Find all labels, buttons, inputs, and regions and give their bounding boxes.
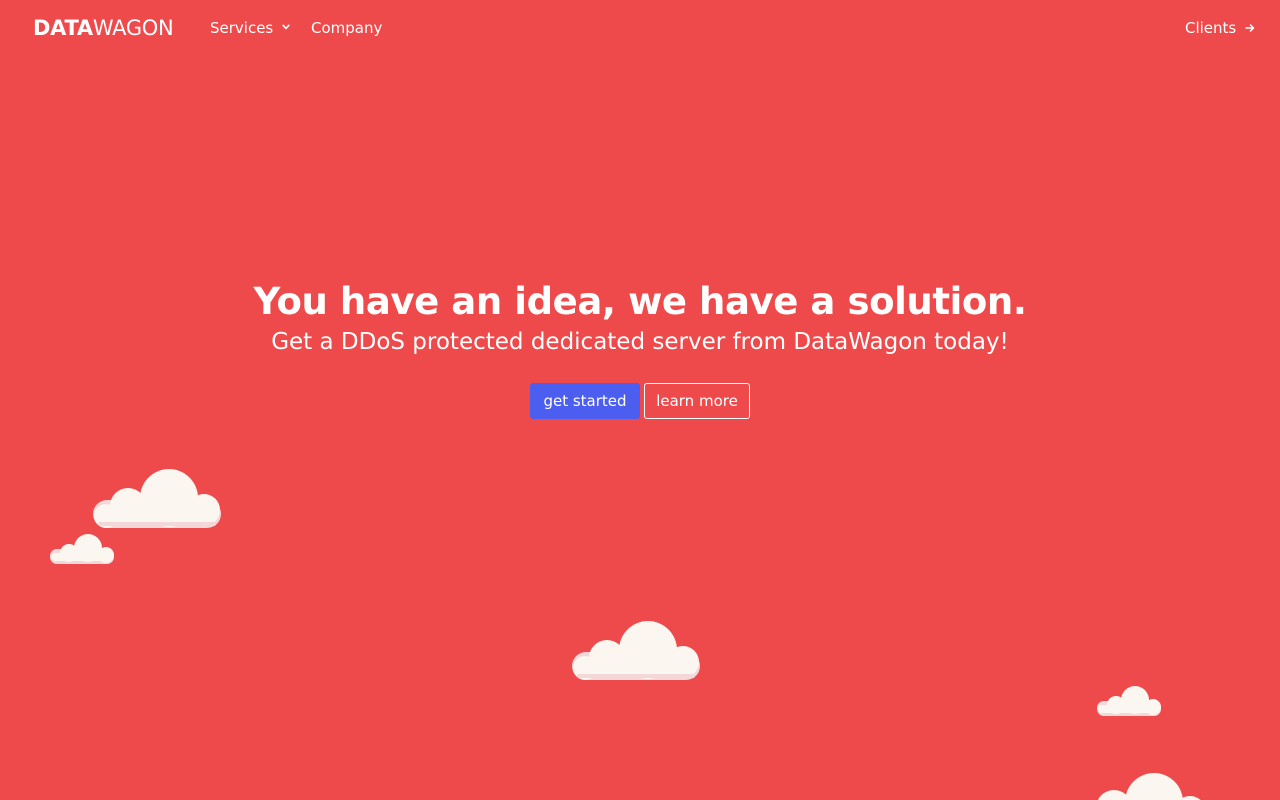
hero-title: You have an idea, we have a solution.	[253, 280, 1027, 323]
cloud-illustration-large-left	[93, 469, 221, 528]
chevron-down-icon	[282, 24, 290, 30]
brand-logo-bold: DATA	[33, 16, 93, 40]
cloud-illustration-bottom-right	[1098, 773, 1201, 800]
brand-logo[interactable]: DATAWAGON	[33, 16, 174, 40]
nav-company-link[interactable]: Company	[311, 18, 382, 38]
nav-clients-label: Clients	[1184, 19, 1237, 37]
top-nav: DATAWAGON Services Company Clients	[0, 0, 1280, 56]
cloud-illustration-small-right	[1097, 686, 1161, 716]
get-started-button[interactable]: get started	[530, 383, 640, 419]
nav-services-label: Services	[210, 19, 274, 37]
arrow-right-icon	[1245, 24, 1255, 32]
hero-section: You have an idea, we have a solution. Ge…	[0, 278, 1280, 358]
cloud-illustration-center	[572, 621, 700, 680]
nav-company-label: Company	[311, 19, 383, 37]
nav-clients-link[interactable]: Clients	[1185, 18, 1255, 38]
nav-services-dropdown[interactable]: Services	[210, 18, 290, 38]
hero-subtitle: Get a DDoS protected dedicated server fr…	[271, 329, 1009, 355]
learn-more-button[interactable]: learn more	[644, 383, 750, 419]
hero-buttons: get started learn more	[0, 383, 1280, 419]
cloud-illustration-small-left	[50, 534, 114, 564]
brand-logo-light: WAGON	[92, 16, 174, 40]
